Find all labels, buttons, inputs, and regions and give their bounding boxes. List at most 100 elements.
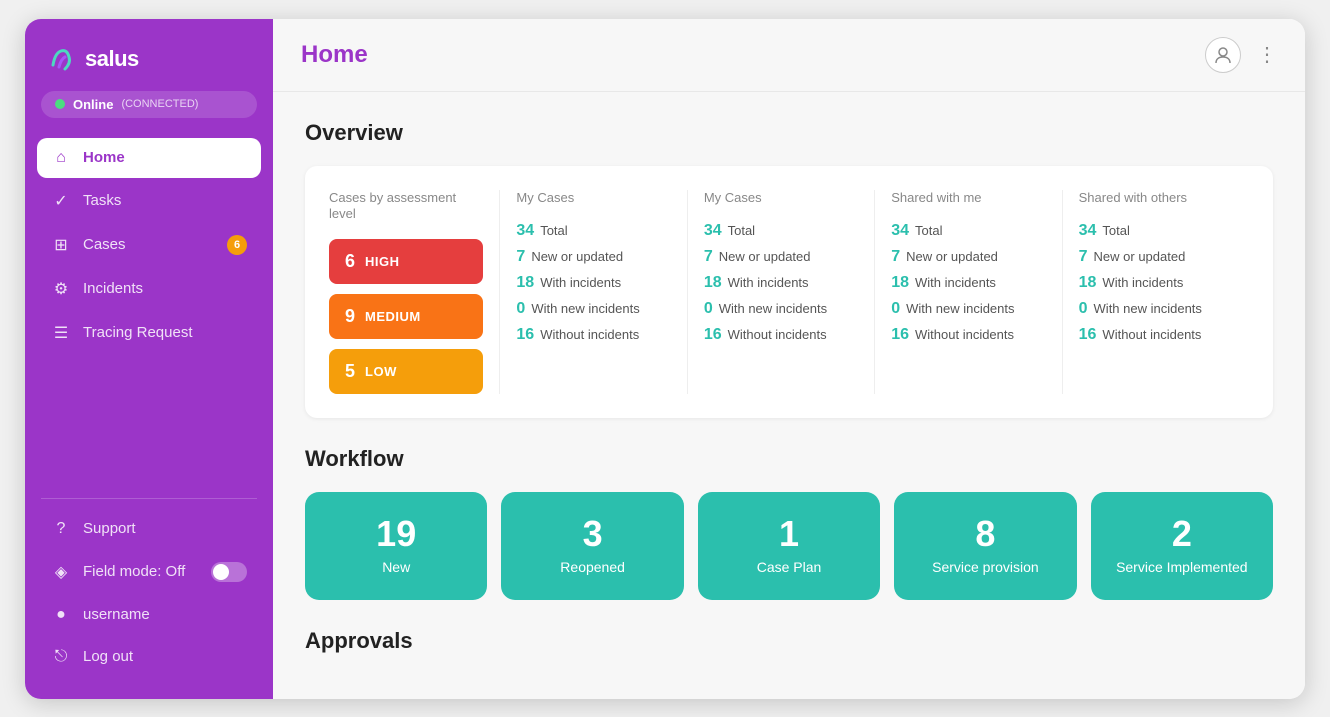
- stat-num: 7: [704, 248, 713, 266]
- stat-row: 16 Without incidents: [891, 326, 1045, 344]
- workflow-num-case-plan: 1: [779, 516, 799, 552]
- stat-row: 0 With new incidents: [704, 300, 858, 318]
- workflow-title: Workflow: [305, 446, 1273, 472]
- salus-logo-icon: [45, 43, 77, 75]
- stat-label: New or updated: [1094, 249, 1186, 266]
- workflow-label-case-plan: Case Plan: [757, 558, 822, 576]
- sidebar-item-tracing[interactable]: ☰ Tracing Request: [37, 312, 261, 354]
- field-mode-icon: ◈: [51, 562, 71, 582]
- sidebar-item-logout[interactable]: ⎋ Log out: [37, 637, 261, 677]
- stat-label: Total: [540, 223, 567, 240]
- stat-num: 0: [1079, 300, 1088, 318]
- stat-row: 0 With new incidents: [891, 300, 1045, 318]
- sidebar-item-home[interactable]: ⌂ Home: [37, 138, 261, 178]
- sidebar-bottom: ? Support ◈ Field mode: Off ● username ⎋…: [25, 509, 273, 699]
- field-mode-toggle[interactable]: [211, 562, 247, 582]
- sidebar-item-field-mode-label: Field mode: Off: [83, 563, 185, 580]
- stat-row: 18 With incidents: [891, 274, 1045, 292]
- stat-num: 0: [516, 300, 525, 318]
- sidebar-item-support-label: Support: [83, 520, 136, 537]
- stat-label: With new incidents: [1094, 301, 1202, 318]
- badge-high-num: 6: [345, 251, 355, 272]
- sidebar-item-cases-label: Cases: [83, 236, 126, 253]
- stat-row: 34 Total: [891, 222, 1045, 240]
- more-options-icon[interactable]: ⋮: [1257, 42, 1277, 67]
- stat-row: 0 With new incidents: [1079, 300, 1233, 318]
- stat-label: Total: [728, 223, 755, 240]
- workflow-card-reopened[interactable]: 3 Reopened: [501, 492, 683, 600]
- shared-with-me-stats: 34 Total 7 New or updated 18 With incide…: [891, 222, 1045, 344]
- stat-label: Total: [1102, 223, 1129, 240]
- app-frame: salus Online (CONNECTED) ⌂ Home ✓ Tasks …: [25, 19, 1305, 699]
- approvals-title: Approvals: [305, 628, 1273, 654]
- my-cases-2-header: My Cases: [704, 190, 858, 207]
- stat-label: Without incidents: [728, 327, 827, 344]
- badge-medium[interactable]: 9 MEDIUM: [329, 294, 483, 339]
- sidebar-item-username-label: username: [83, 606, 150, 623]
- stat-label: Total: [915, 223, 942, 240]
- sidebar-nav: ⌂ Home ✓ Tasks ⊞ Cases 6 ⚙ Incidents ☰ T…: [25, 138, 273, 488]
- badge-high-label: HIGH: [365, 254, 400, 269]
- stat-num: 7: [516, 248, 525, 266]
- tracing-icon: ☰: [51, 323, 71, 343]
- content-area: Overview Cases by assessment level 6 HIG…: [273, 92, 1305, 699]
- sidebar-item-cases[interactable]: ⊞ Cases 6: [37, 224, 261, 266]
- badge-high[interactable]: 6 HIGH: [329, 239, 483, 284]
- stat-label: New or updated: [906, 249, 998, 266]
- overview-col-shared-with-me: Shared with me 34 Total 7 New or updated…: [875, 190, 1062, 395]
- stat-num: 34: [891, 222, 909, 240]
- sidebar-item-field-mode[interactable]: ◈ Field mode: Off: [37, 551, 261, 593]
- badge-low[interactable]: 5 LOW: [329, 349, 483, 394]
- sidebar-item-tasks[interactable]: ✓ Tasks: [37, 180, 261, 222]
- shared-with-me-header: Shared with me: [891, 190, 1045, 207]
- stat-row: 0 With new incidents: [516, 300, 670, 318]
- stat-num: 16: [704, 326, 722, 344]
- support-icon: ?: [51, 520, 71, 538]
- badge-low-num: 5: [345, 361, 355, 382]
- stat-label: With new incidents: [906, 301, 1014, 318]
- logo-text: salus: [85, 46, 139, 72]
- workflow-card-service-implemented[interactable]: 2 Service Implemented: [1091, 492, 1273, 600]
- stat-num: 18: [891, 274, 909, 292]
- stat-row: 7 New or updated: [704, 248, 858, 266]
- user-avatar[interactable]: [1205, 37, 1241, 73]
- status-label: Online: [73, 97, 113, 112]
- stat-row: 34 Total: [704, 222, 858, 240]
- stat-num: 18: [516, 274, 534, 292]
- logout-icon: ⎋: [51, 648, 71, 666]
- toggle-knob: [213, 564, 229, 580]
- sidebar-item-username[interactable]: ● username: [37, 595, 261, 635]
- stat-row: 7 New or updated: [891, 248, 1045, 266]
- overview-col-assessment: Cases by assessment level 6 HIGH 9 MEDIU…: [329, 190, 500, 395]
- stat-num: 16: [1079, 326, 1097, 344]
- cases-badge: 6: [227, 235, 247, 255]
- workflow-grid: 19 New 3 Reopened 1 Case Plan 8 Service …: [305, 492, 1273, 600]
- workflow-card-case-plan[interactable]: 1 Case Plan: [698, 492, 880, 600]
- page-title: Home: [301, 41, 368, 69]
- stat-label: New or updated: [531, 249, 623, 266]
- stat-num: 34: [704, 222, 722, 240]
- sidebar-item-incidents[interactable]: ⚙ Incidents: [37, 268, 261, 310]
- status-sub: (CONNECTED): [121, 98, 198, 110]
- workflow-num-service-implemented: 2: [1172, 516, 1192, 552]
- overview-col-shared-with-others: Shared with others 34 Total 7 New or upd…: [1063, 190, 1249, 395]
- tasks-icon: ✓: [51, 191, 71, 211]
- workflow-card-service-provision[interactable]: 8 Service provision: [894, 492, 1076, 600]
- shared-with-others-header: Shared with others: [1079, 190, 1233, 207]
- topbar-actions: ⋮: [1205, 37, 1277, 73]
- overview-grid: Cases by assessment level 6 HIGH 9 MEDIU…: [305, 166, 1273, 419]
- user-icon: ●: [51, 606, 71, 624]
- stat-label: With incidents: [540, 275, 621, 292]
- stat-row: 18 With incidents: [704, 274, 858, 292]
- main-content: Home ⋮ Overview Cases by assessment leve…: [273, 19, 1305, 699]
- stat-row: 16 Without incidents: [516, 326, 670, 344]
- stat-label: With new incidents: [531, 301, 639, 318]
- sidebar-item-support[interactable]: ? Support: [37, 509, 261, 549]
- workflow-num-service-provision: 8: [975, 516, 995, 552]
- workflow-num-new: 19: [376, 516, 416, 552]
- sidebar-item-home-label: Home: [83, 149, 125, 166]
- workflow-card-new[interactable]: 19 New: [305, 492, 487, 600]
- sidebar-item-logout-label: Log out: [83, 648, 133, 665]
- stat-num: 16: [516, 326, 534, 344]
- cases-icon: ⊞: [51, 235, 71, 255]
